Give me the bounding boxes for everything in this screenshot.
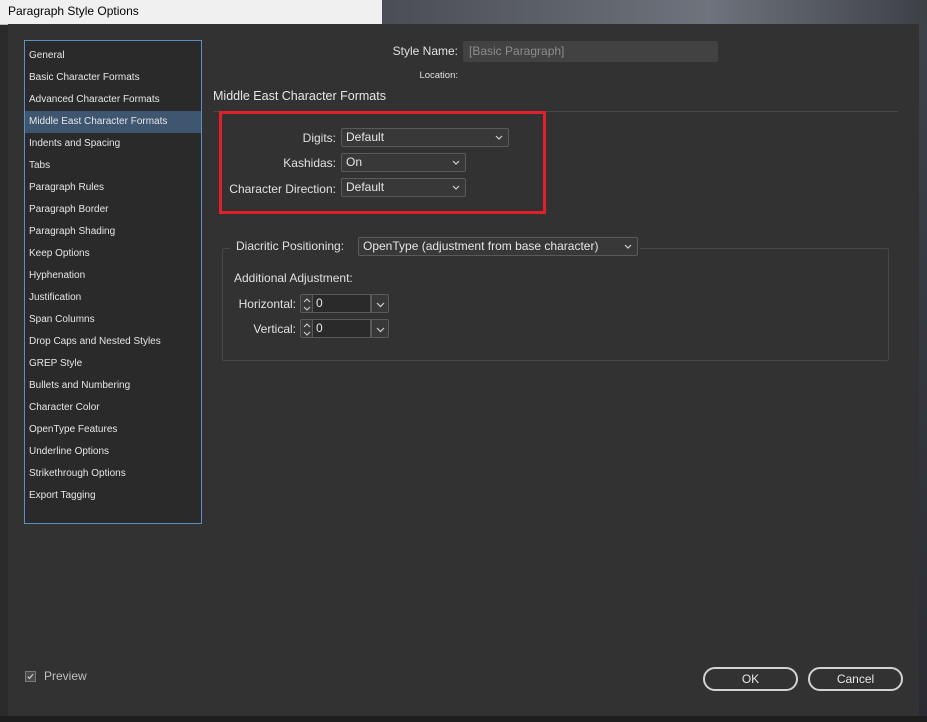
character-direction-label: Character Direction: bbox=[229, 182, 336, 196]
checkmark-icon bbox=[27, 673, 34, 680]
sidebar-item-grep-style[interactable]: GREP Style bbox=[25, 353, 201, 375]
kashidas-label: Kashidas: bbox=[283, 156, 336, 170]
sidebar-item-underline-options[interactable]: Underline Options bbox=[25, 441, 201, 463]
chevron-down-icon bbox=[376, 302, 385, 308]
background-window-edge bbox=[919, 24, 927, 722]
vertical-label: Vertical: bbox=[253, 322, 296, 336]
sidebar-item-indents-and-spacing[interactable]: Indents and Spacing bbox=[25, 133, 201, 155]
chevron-down-icon bbox=[495, 135, 503, 140]
character-direction-select[interactable]: Default bbox=[341, 178, 466, 197]
horizontal-value: 0 bbox=[316, 296, 323, 310]
sidebar-item-advanced-character-formats[interactable]: Advanced Character Formats bbox=[25, 89, 201, 111]
vertical-input[interactable]: 0 bbox=[313, 319, 371, 338]
horizontal-input[interactable]: 0 bbox=[313, 294, 371, 313]
style-name-field[interactable]: [Basic Paragraph] bbox=[463, 41, 718, 62]
style-name-label: Style Name: bbox=[392, 44, 458, 58]
diacritic-positioning-select[interactable]: OpenType (adjustment from base character… bbox=[358, 237, 638, 256]
chevron-down-icon bbox=[452, 160, 460, 165]
horizontal-label: Horizontal: bbox=[238, 297, 296, 311]
sidebar-item-justification[interactable]: Justification bbox=[25, 287, 201, 309]
sidebar-item-tabs[interactable]: Tabs bbox=[25, 155, 201, 177]
background-window-strip bbox=[382, 0, 927, 24]
category-list: General Basic Character Formats Advanced C… bbox=[24, 40, 202, 524]
sidebar-item-paragraph-shading[interactable]: Paragraph Shading bbox=[25, 221, 201, 243]
horizontal-dropdown[interactable] bbox=[371, 294, 389, 313]
vertical-dropdown[interactable] bbox=[371, 319, 389, 338]
sidebar-item-opentype-features[interactable]: OpenType Features bbox=[25, 419, 201, 441]
sidebar-item-drop-caps-and-nested-styles[interactable]: Drop Caps and Nested Styles bbox=[25, 331, 201, 353]
diacritic-positioning-value: OpenType (adjustment from base character… bbox=[363, 239, 599, 253]
paragraph-style-dialog: General Basic Character Formats Advanced C… bbox=[8, 24, 919, 716]
diacritic-positioning-label: Diacritic Positioning: bbox=[236, 239, 345, 253]
preview-label: Preview bbox=[44, 669, 87, 683]
sidebar-item-general[interactable]: General bbox=[25, 45, 201, 67]
character-direction-value: Default bbox=[346, 180, 385, 194]
kashidas-value: On bbox=[346, 155, 363, 169]
preview-checkbox[interactable] bbox=[25, 671, 36, 682]
vertical-value: 0 bbox=[316, 321, 323, 335]
location-label: Location: bbox=[419, 70, 458, 81]
style-name-value: [Basic Paragraph] bbox=[469, 44, 565, 58]
sidebar-item-span-columns[interactable]: Span Columns bbox=[25, 309, 201, 331]
title-bar: Paragraph Style Options bbox=[0, 0, 927, 25]
section-title: Middle East Character Formats bbox=[213, 89, 386, 103]
sidebar-item-paragraph-rules[interactable]: Paragraph Rules bbox=[25, 177, 201, 199]
window-title: Paragraph Style Options bbox=[8, 4, 139, 18]
digits-value: Default bbox=[346, 130, 385, 144]
sidebar-item-bullets-and-numbering[interactable]: Bullets and Numbering bbox=[25, 375, 201, 397]
stepper-arrows[interactable] bbox=[300, 319, 313, 338]
sidebar-item-hyphenation[interactable]: Hyphenation bbox=[25, 265, 201, 287]
chevron-down-icon bbox=[624, 244, 632, 249]
sidebar-item-basic-character-formats[interactable]: Basic Character Formats bbox=[25, 67, 201, 89]
kashidas-select[interactable]: On bbox=[341, 153, 466, 172]
ok-button[interactable]: OK bbox=[703, 667, 798, 691]
sidebar-item-export-tagging[interactable]: Export Tagging bbox=[25, 485, 201, 507]
sidebar-item-middle-east-character-formats[interactable]: Middle East Character Formats bbox=[25, 111, 201, 133]
sidebar-item-paragraph-border[interactable]: Paragraph Border bbox=[25, 199, 201, 221]
chevron-down-icon bbox=[376, 327, 385, 333]
cancel-button[interactable]: Cancel bbox=[808, 667, 903, 691]
sidebar-item-strikethrough-options[interactable]: Strikethrough Options bbox=[25, 463, 201, 485]
chevron-down-icon bbox=[452, 185, 460, 190]
stepper-arrows[interactable] bbox=[300, 294, 313, 313]
digits-label: Digits: bbox=[302, 131, 336, 145]
digits-select[interactable]: Default bbox=[341, 128, 509, 147]
sidebar-item-character-color[interactable]: Character Color bbox=[25, 397, 201, 419]
additional-adjustment-label: Additional Adjustment: bbox=[234, 271, 353, 285]
sidebar-item-keep-options[interactable]: Keep Options bbox=[25, 243, 201, 265]
